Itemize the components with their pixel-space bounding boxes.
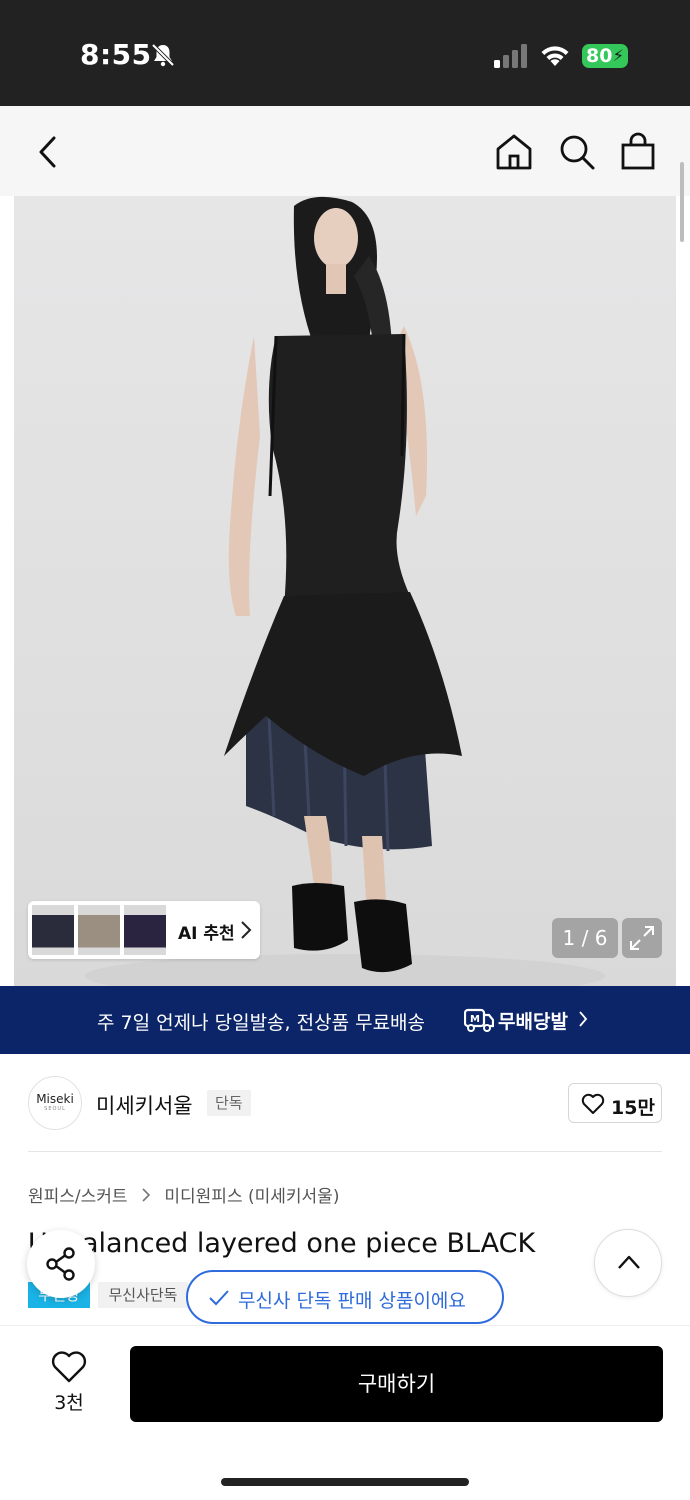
svg-text:M: M <box>470 1014 480 1025</box>
check-icon <box>209 1290 229 1306</box>
expand-icon <box>630 926 654 950</box>
share-icon <box>46 1247 75 1281</box>
toast-text: 무신사 단독 판매 상품이에요 <box>238 1290 466 1312</box>
ai-recommend-label: AI 추천 <box>178 924 235 944</box>
ai-thumb-1[interactable] <box>32 905 74 955</box>
home-icon[interactable] <box>494 132 534 172</box>
status-time: 8:55 <box>80 38 152 71</box>
scroll-to-top-button[interactable] <box>594 1229 662 1297</box>
wifi-icon <box>541 46 569 66</box>
shopping-bag-icon[interactable] <box>618 132 658 172</box>
chevron-right-icon <box>142 1188 151 1202</box>
signal-icon <box>494 44 527 68</box>
chevron-right-icon <box>241 921 252 939</box>
breadcrumb: 원피스/스커트 미디원피스 (미세키서울) <box>28 1182 339 1207</box>
image-page-counter: 1 / 6 <box>552 918 618 958</box>
home-indicator <box>221 1478 469 1486</box>
brand-name[interactable]: 미세키서울 <box>96 1090 193 1120</box>
share-button[interactable] <box>27 1230 95 1298</box>
product-title: Unbalanced layered one piece BLACK <box>28 1228 536 1259</box>
status-bar: 8:55 80 ⚡ <box>0 0 690 106</box>
divider <box>28 1151 662 1152</box>
banner-text: 주 7일 언제나 당일발송, 전상품 무료배송 <box>97 1012 426 1034</box>
brand-like-button[interactable]: 15만 <box>568 1083 662 1123</box>
expand-button[interactable] <box>622 918 662 958</box>
wishlist-count: 3천 <box>54 1392 84 1414</box>
banner-brand: 무배당발 <box>498 1011 568 1033</box>
scrollbar[interactable] <box>680 162 684 242</box>
ai-thumb-3[interactable] <box>124 905 166 955</box>
exclusive-toast: 무신사 단독 판매 상품이에요 <box>186 1270 504 1324</box>
heart-icon <box>581 1093 605 1114</box>
search-icon[interactable] <box>557 132 597 172</box>
heart-icon <box>51 1351 87 1383</box>
brand-like-count: 15만 <box>611 1097 655 1119</box>
brand-logo-sub: SEOUL <box>44 1106 66 1112</box>
ai-recommend-card[interactable]: AI 추천 <box>28 901 260 959</box>
battery-level: 80 <box>586 45 613 67</box>
chevron-right-icon <box>579 1011 588 1027</box>
brand-logo-text: Miseki <box>36 1092 74 1106</box>
shipping-banner[interactable]: 주 7일 언제나 당일발송, 전상품 무료배송 M 무배당발 <box>0 986 690 1054</box>
battery-icon: 80 ⚡ <box>582 44 628 68</box>
product-tag-exclusive: 무신사단독 <box>98 1282 188 1308</box>
back-icon[interactable] <box>28 132 68 172</box>
product-image[interactable] <box>14 196 676 986</box>
bell-slash-icon <box>151 43 175 67</box>
breadcrumb-item[interactable]: 원피스/스커트 <box>28 1187 128 1207</box>
top-nav <box>0 106 690 196</box>
exclusive-tag: 단독 <box>207 1090 251 1116</box>
buy-button[interactable]: 구매하기 <box>130 1346 663 1422</box>
model-photo <box>85 196 605 986</box>
ai-thumb-2[interactable] <box>78 905 120 955</box>
bottom-action-bar: 3천 구매하기 <box>0 1325 690 1500</box>
wishlist-button[interactable]: 3천 <box>36 1348 102 1418</box>
brand-logo[interactable]: Miseki SEOUL <box>28 1076 82 1130</box>
breadcrumb-item[interactable]: 미디원피스 (미세키서울) <box>164 1187 339 1207</box>
chevron-up-icon <box>618 1255 640 1269</box>
delivery-truck-icon: M <box>464 1008 494 1032</box>
